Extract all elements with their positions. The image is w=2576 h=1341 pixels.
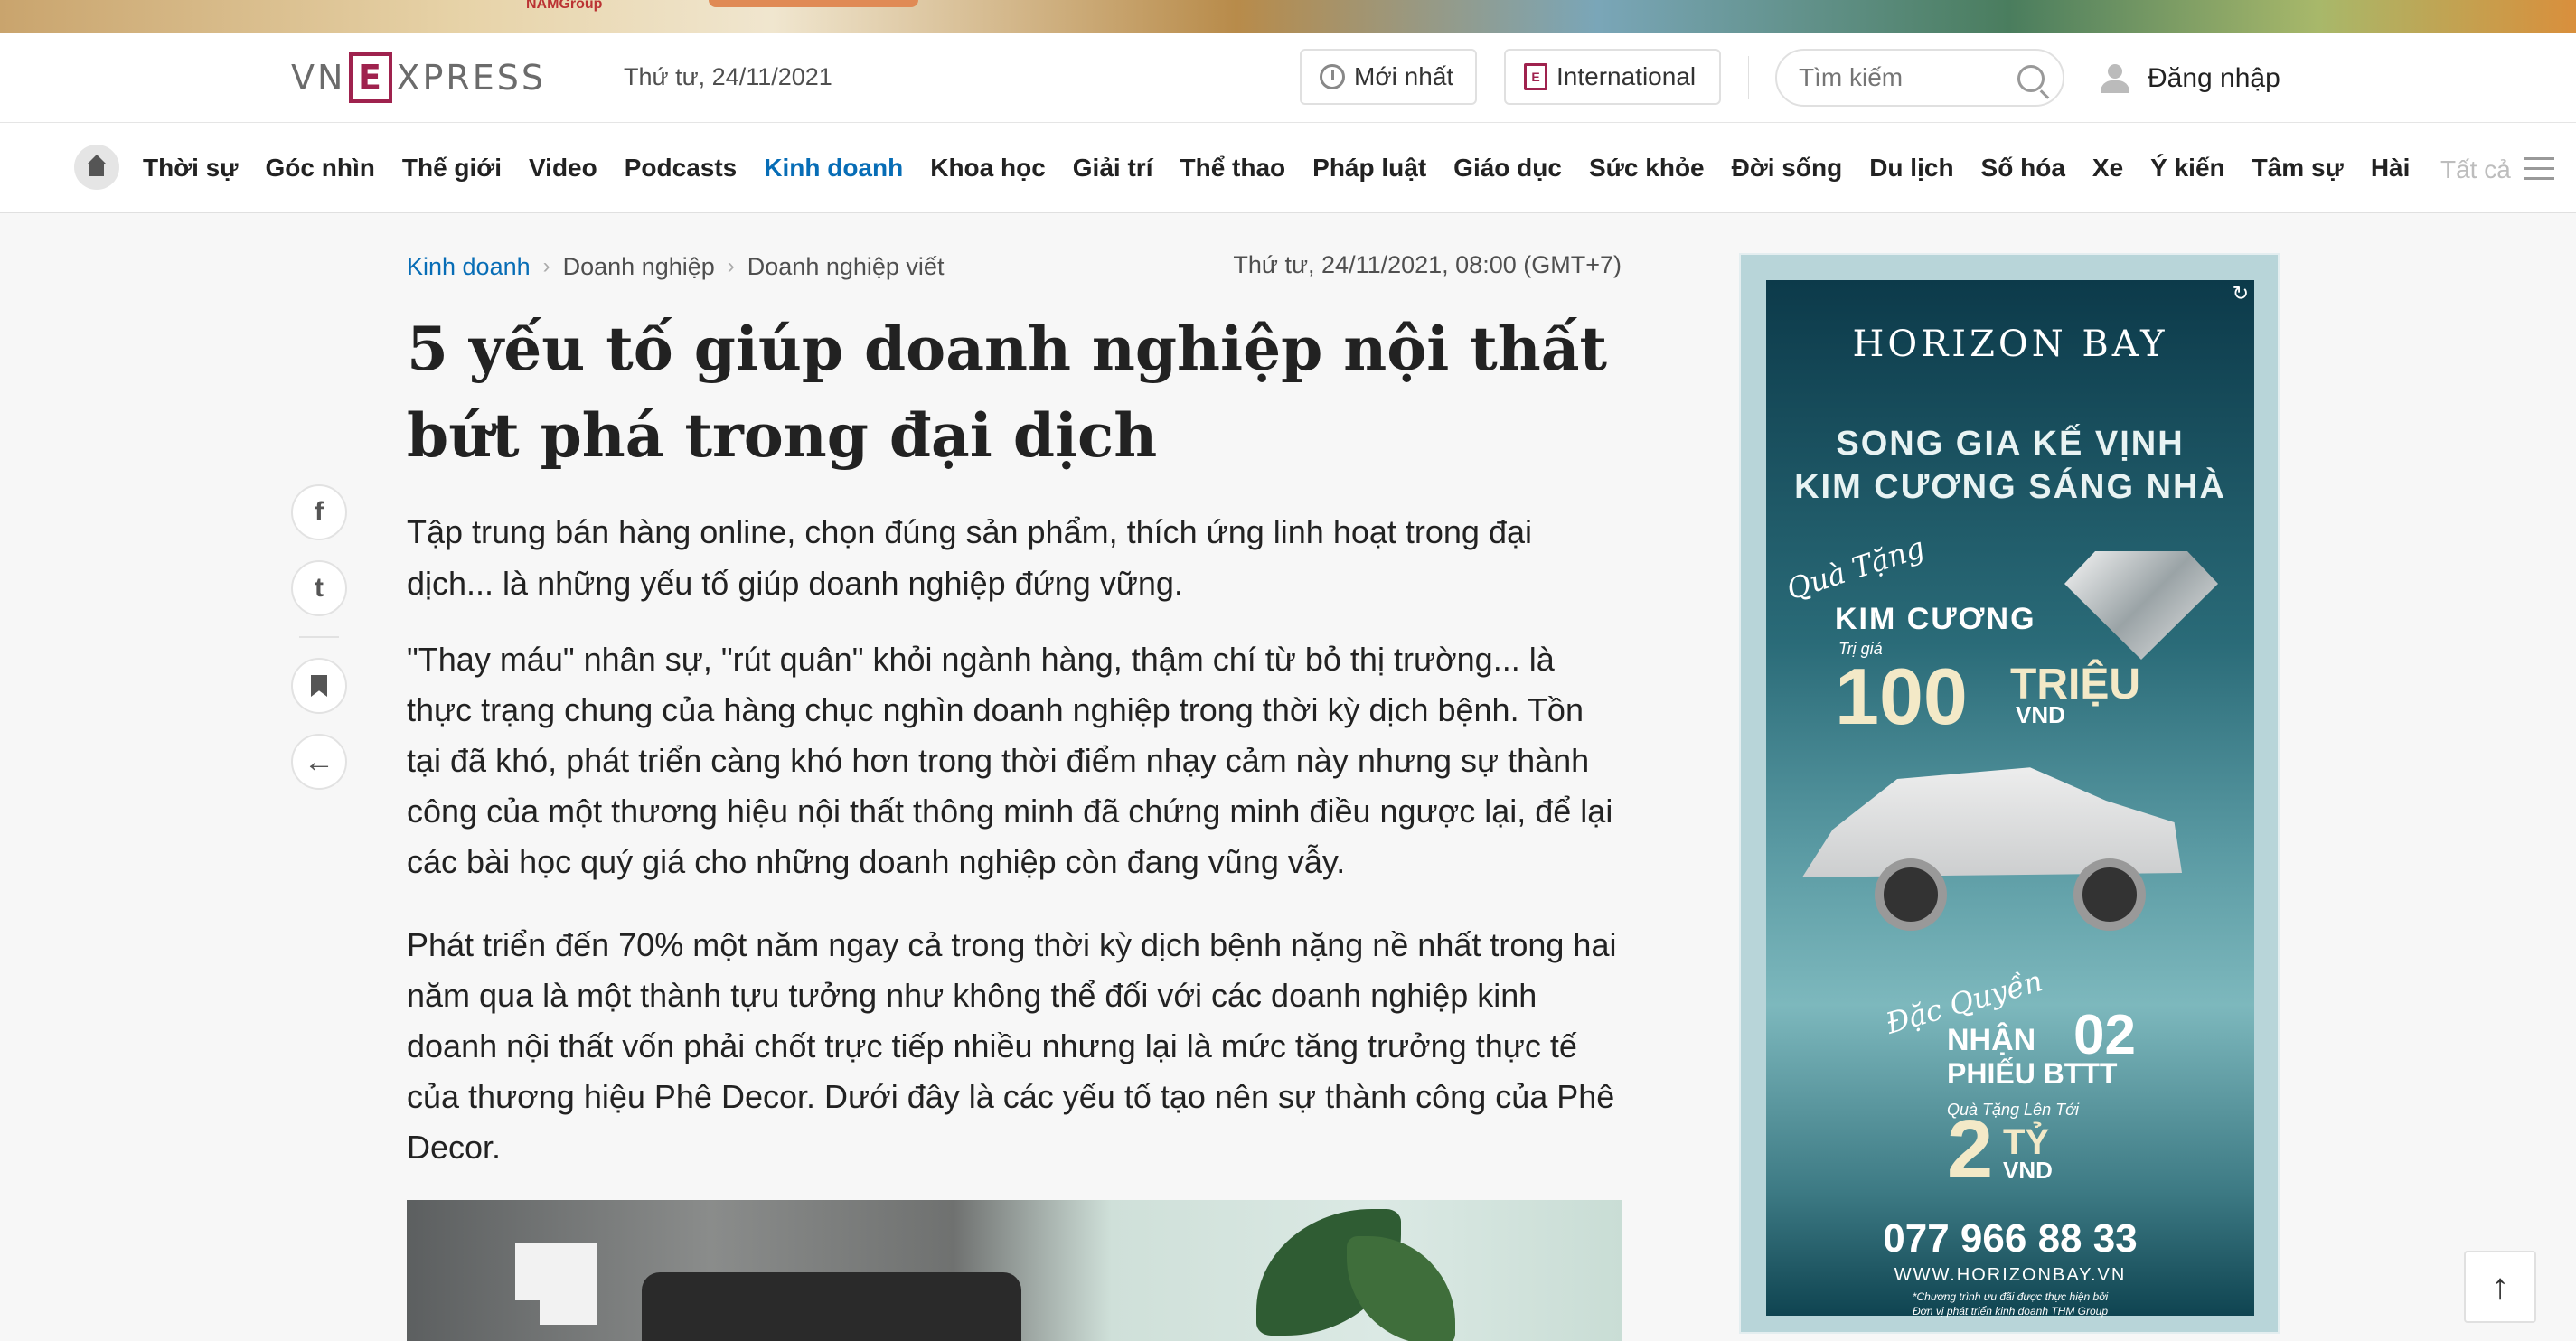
arrow-left-icon: ← [304, 745, 334, 779]
image-logo-shape [515, 1243, 597, 1325]
bookmark-button[interactable] [291, 658, 347, 714]
image-sofa-shape [642, 1272, 1021, 1341]
article-paragraph: "Thay máu" nhân sự, "rút quân" khỏi ngàn… [407, 641, 1613, 880]
ad-voucher-label: PHIẾU BTTT [1947, 1057, 2118, 1090]
top-ad-button[interactable] [709, 0, 918, 7]
nav-item[interactable]: Khoa học [930, 154, 1046, 183]
logo-xpress: XPRESS [396, 58, 547, 98]
breadcrumb-item[interactable]: Kinh doanh [407, 253, 531, 281]
login-label: Đăng nhập [2148, 63, 2280, 93]
nav-item[interactable]: Giáo dục [1453, 154, 1562, 183]
nav-item[interactable]: Kinh doanh [764, 154, 903, 183]
breadcrumb-item[interactable]: Doanh nghiệp [563, 253, 715, 281]
logo-vn: VN [291, 58, 346, 98]
back-button[interactable]: ← [291, 734, 347, 790]
ad-brand: HORIZON BAY [1852, 324, 2168, 365]
search-icon[interactable] [2017, 65, 2045, 92]
ad-value-number: 100 [1835, 652, 1968, 741]
nav-item[interactable]: Đời sống [1732, 154, 1843, 183]
search-box[interactable] [1775, 49, 2064, 107]
sidebar-ad-creative[interactable]: ↻ HORIZON BAY SONG GIA KẾ VỊNH KIM CƯƠNG… [1766, 280, 2254, 1318]
nav-item[interactable]: Ý kiến [2150, 154, 2224, 183]
search-input[interactable] [1799, 63, 2007, 92]
page: NAMGroup VN E XPRESS Thứ tư, 24/11/2021 … [0, 0, 2576, 1341]
ad-gift-number: 2 [1947, 1103, 1994, 1196]
international-label: International [1556, 62, 1697, 90]
twitter-icon: t [315, 573, 324, 603]
nav-item[interactable]: Sức khỏe [1589, 154, 1705, 183]
sidebar-ad[interactable]: ↻ HORIZON BAY SONG GIA KẾ VỊNH KIM CƯƠNG… [1739, 253, 2280, 1334]
user-icon [2099, 62, 2131, 95]
latest-news-label: Mới nhất [1354, 62, 1454, 90]
hamburger-menu-icon[interactable] [2524, 157, 2554, 181]
back-to-top-button[interactable]: ↑ [2464, 1251, 2536, 1323]
nav-item[interactable]: Du lịch [1869, 154, 1953, 183]
article-date: Thứ tư, 24/11/2021, 08:00 (GMT+7) [1233, 251, 1622, 278]
chevron-right-icon: › [542, 254, 550, 278]
arrow-up-icon: ↑ [2491, 1266, 2509, 1307]
car-wheel [2073, 858, 2146, 931]
ad-gift-label: Quà Tặng [1782, 530, 1929, 607]
nav-item[interactable]: Pháp luật [1312, 154, 1426, 183]
nav-item[interactable]: Thế giới [402, 154, 502, 183]
nav-item[interactable]: Tâm sự [2252, 154, 2344, 183]
logo-e: E [349, 52, 393, 103]
login-button[interactable]: Đăng nhập [2099, 56, 2280, 101]
ad-headline-1: SONG GIA KẾ VỊNH [1836, 425, 2185, 463]
facebook-share-button[interactable]: f [291, 484, 347, 540]
nav-item[interactable]: Góc nhìn [266, 154, 375, 183]
nav-item[interactable]: Video [529, 154, 597, 183]
ad-website: WWW.HORIZONBAY.VN [1894, 1265, 2127, 1285]
international-button[interactable]: E International [1504, 49, 1721, 105]
header-date: Thứ tư, 24/11/2021 [624, 63, 832, 90]
refresh-icon[interactable]: ↻ [2233, 282, 2249, 305]
article-paragraph: Phát triển đến 70% một năm ngay cả trong… [407, 926, 1617, 1166]
ad-phone: 077 966 88 33 [1883, 1216, 2138, 1261]
clock-icon [1320, 64, 1345, 89]
home-icon[interactable] [74, 145, 119, 190]
nav-item[interactable]: Thời sự [143, 154, 239, 183]
nav-item[interactable]: Thể thao [1180, 154, 1285, 183]
vnexpress-logo[interactable]: VN E XPRESS [291, 51, 546, 105]
ad-receive-label: NHẬN [1947, 1023, 2036, 1057]
chevron-right-icon: › [727, 254, 735, 278]
article-image[interactable] [407, 1200, 1622, 1341]
top-banner-ad[interactable]: NAMGroup [0, 0, 2576, 33]
ad-headline-2: KIM CƯƠNG SÁNG NHÀ [1794, 468, 2226, 506]
diamond-icon [2064, 551, 2218, 660]
breadcrumb-item[interactable]: Doanh nghiệp viết [747, 253, 945, 281]
nav-all-link[interactable]: Tất cả [2440, 155, 2511, 184]
article: Kinh doanh › Doanh nghiệp › Doanh nghiệp… [407, 244, 1622, 1173]
article-lead: Tập trung bán hàng online, chọn đúng sản… [407, 513, 1532, 602]
bookmark-icon [311, 675, 327, 697]
ad-diamond-label: KIM CƯƠNG [1835, 602, 2036, 636]
main-nav: Thời sự Góc nhìn Thế giới Video Podcasts Kinh… [0, 123, 2576, 213]
top-ad-brand: NAMGroup [526, 0, 603, 12]
car-wheel [1875, 858, 1947, 931]
twitter-share-button[interactable]: t [291, 560, 347, 616]
nav-item[interactable]: Xe [2092, 154, 2123, 183]
image-plant-shape [1347, 1236, 1455, 1341]
nav-item[interactable]: Hài [2371, 154, 2411, 183]
ad-note: Đơn vị phát triển kinh doanh THM Group [1912, 1305, 2109, 1318]
facebook-icon: f [315, 497, 324, 527]
nav-item[interactable]: Podcasts [625, 154, 738, 183]
international-icon: E [1524, 63, 1547, 90]
ad-value-currency: VND [2016, 701, 2065, 728]
ad-gift-currency: VND [2003, 1157, 2053, 1184]
nav-list: Thời sự Góc nhìn Thế giới Video Podcasts Kinh… [143, 123, 2410, 213]
header-divider-2 [1748, 56, 1749, 99]
share-sidebar: f t ← [291, 484, 349, 810]
share-divider [299, 636, 339, 638]
ad-note: *Chương trình ưu đãi được thực hiện bởi [1912, 1290, 2109, 1303]
latest-news-button[interactable]: Mới nhất [1300, 49, 1477, 105]
article-title: 5 yếu tố giúp doanh nghiệp nội thất bứt … [407, 314, 1607, 471]
site-header: VN E XPRESS Thứ tư, 24/11/2021 Mới nhất … [0, 33, 2576, 123]
nav-item[interactable]: Số hóa [1981, 154, 2065, 183]
nav-item[interactable]: Giải trí [1073, 154, 1153, 183]
